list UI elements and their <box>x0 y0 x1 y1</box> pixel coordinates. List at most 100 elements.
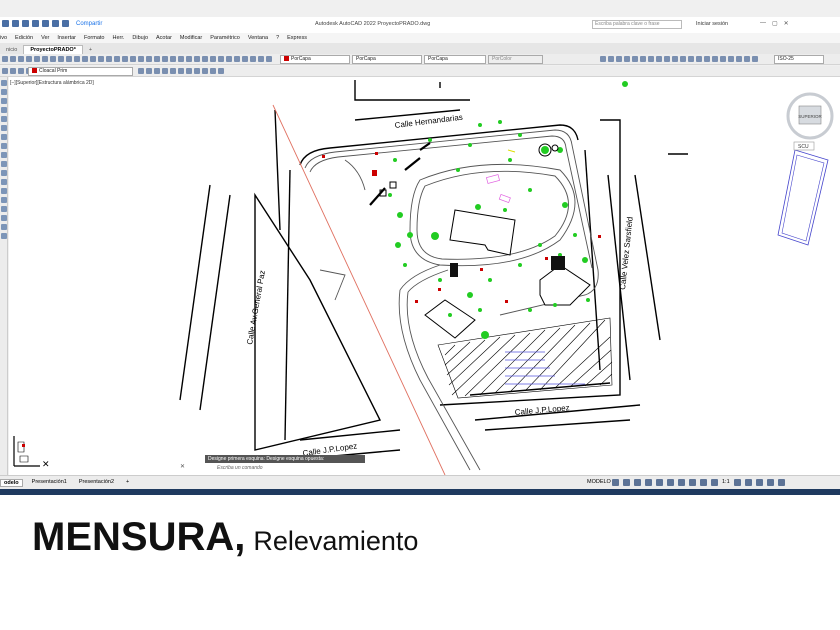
layer-dropdown[interactable]: Cloacal Prim <box>28 67 133 76</box>
tool-icon[interactable] <box>138 56 144 62</box>
tool-icon[interactable] <box>26 56 32 62</box>
tool-icon[interactable] <box>720 56 726 62</box>
tool-icon[interactable] <box>1 80 7 86</box>
tool-icon[interactable] <box>250 56 256 62</box>
menu-item-window[interactable]: Ventana <box>248 35 268 41</box>
gear-icon[interactable] <box>733 479 741 486</box>
tool-icon[interactable] <box>656 56 662 62</box>
tool-icon[interactable] <box>66 56 72 62</box>
tab-add[interactable]: + <box>83 46 98 54</box>
tool-icon[interactable] <box>114 56 120 62</box>
ortho-icon[interactable] <box>634 479 641 486</box>
menu-item-modify[interactable]: Modificar <box>180 35 202 41</box>
close-icon[interactable]: ✕ <box>42 459 50 469</box>
tool-icon[interactable] <box>696 56 702 62</box>
tool-icon[interactable] <box>1 224 7 230</box>
tool-icon[interactable] <box>186 68 192 74</box>
tool-icon[interactable] <box>1 134 7 140</box>
color-dropdown[interactable]: PorCapa <box>280 55 350 64</box>
tool-icon[interactable] <box>34 56 40 62</box>
tool-icon[interactable] <box>1 188 7 194</box>
minimize-icon[interactable]: — <box>760 20 766 27</box>
tool-icon[interactable] <box>74 56 80 62</box>
tool-icon[interactable] <box>106 56 112 62</box>
selection-cycling-icon[interactable] <box>700 479 707 486</box>
tool-icon[interactable] <box>90 56 96 62</box>
tool-icon[interactable] <box>744 56 750 62</box>
customize-icon[interactable] <box>777 479 785 486</box>
grid-icon[interactable] <box>612 479 619 486</box>
dimstyle-dropdown[interactable]: ISO-25 <box>774 55 824 64</box>
tool-icon[interactable] <box>154 68 160 74</box>
menu-item-tools[interactable]: Herr. <box>112 35 124 41</box>
viewcube[interactable]: SUPERIOR SCU <box>780 82 836 157</box>
tool-icon[interactable] <box>154 56 160 62</box>
fullscreen-icon[interactable] <box>766 479 774 486</box>
tab-layout2[interactable]: Presentación2 <box>76 479 117 487</box>
drawing-canvas[interactable]: Calle Hernandarias Calle Velez Sarsfield… <box>9 77 840 475</box>
tool-icon[interactable] <box>122 56 128 62</box>
tool-icon[interactable] <box>178 68 184 74</box>
tool-icon[interactable] <box>162 68 168 74</box>
tool-icon[interactable] <box>242 56 248 62</box>
tool-icon[interactable] <box>194 68 200 74</box>
tool-icon[interactable] <box>672 56 678 62</box>
tool-icon[interactable] <box>632 56 638 62</box>
open-icon[interactable] <box>12 20 19 27</box>
menu-item-draw[interactable]: Dibujo <box>132 35 148 41</box>
tool-icon[interactable] <box>266 56 272 62</box>
tab-start[interactable]: nicio <box>0 46 23 54</box>
command-input[interactable]: Escriba un comando <box>205 465 365 471</box>
tool-icon[interactable] <box>170 68 176 74</box>
plotstyle-dropdown[interactable]: PorColor <box>488 55 543 64</box>
tool-icon[interactable] <box>752 56 758 62</box>
tool-icon[interactable] <box>1 233 7 239</box>
tool-icon[interactable] <box>202 68 208 74</box>
tool-icon[interactable] <box>1 98 7 104</box>
tool-icon[interactable] <box>226 56 232 62</box>
tool-icon[interactable] <box>728 56 734 62</box>
tool-icon[interactable] <box>664 56 670 62</box>
tool-icon[interactable] <box>98 56 104 62</box>
menu-item-edit[interactable]: Edición <box>15 35 33 41</box>
tool-icon[interactable] <box>1 143 7 149</box>
tool-icon[interactable] <box>130 56 136 62</box>
tool-icon[interactable] <box>1 116 7 122</box>
menu-item-dimension[interactable]: Acotar <box>156 35 172 41</box>
tool-icon[interactable] <box>82 56 88 62</box>
isolate-icon[interactable] <box>755 479 763 486</box>
layer-icon[interactable] <box>18 68 24 74</box>
tool-icon[interactable] <box>1 170 7 176</box>
menu-item-help[interactable]: ? <box>276 35 279 41</box>
tab-add-layout[interactable]: + <box>123 479 132 487</box>
redo-icon[interactable] <box>62 20 69 27</box>
undo-icon[interactable] <box>52 20 59 27</box>
tool-icon[interactable] <box>1 152 7 158</box>
menu-item-file[interactable]: ivo <box>0 35 7 41</box>
tool-icon[interactable] <box>50 56 56 62</box>
tool-icon[interactable] <box>640 56 646 62</box>
polar-icon[interactable] <box>645 479 652 486</box>
lineweight-icon[interactable] <box>678 479 685 486</box>
tool-icon[interactable] <box>162 56 168 62</box>
tool-icon[interactable] <box>600 56 606 62</box>
tool-icon[interactable] <box>138 68 144 74</box>
annotation-scale[interactable]: 1:1 <box>722 479 730 486</box>
annotation-icon[interactable] <box>711 479 718 486</box>
tab-proyecto-prado[interactable]: ProyectoPRADO* <box>23 45 83 54</box>
tool-icon[interactable] <box>648 56 654 62</box>
tool-icon[interactable] <box>624 56 630 62</box>
sign-in-link[interactable]: Iniciar sesión <box>696 21 728 27</box>
menu-item-parametric[interactable]: Paramétrico <box>210 35 240 41</box>
tool-icon[interactable] <box>736 56 742 62</box>
tool-icon[interactable] <box>18 56 24 62</box>
tool-icon[interactable] <box>10 56 16 62</box>
layer-icon[interactable] <box>10 68 16 74</box>
tool-icon[interactable] <box>1 179 7 185</box>
tool-icon[interactable] <box>680 56 686 62</box>
share-button[interactable]: Compartir <box>76 21 102 27</box>
tool-icon[interactable] <box>202 56 208 62</box>
transparency-icon[interactable] <box>689 479 696 486</box>
tool-icon[interactable] <box>258 56 264 62</box>
layer-icon[interactable] <box>2 68 8 74</box>
